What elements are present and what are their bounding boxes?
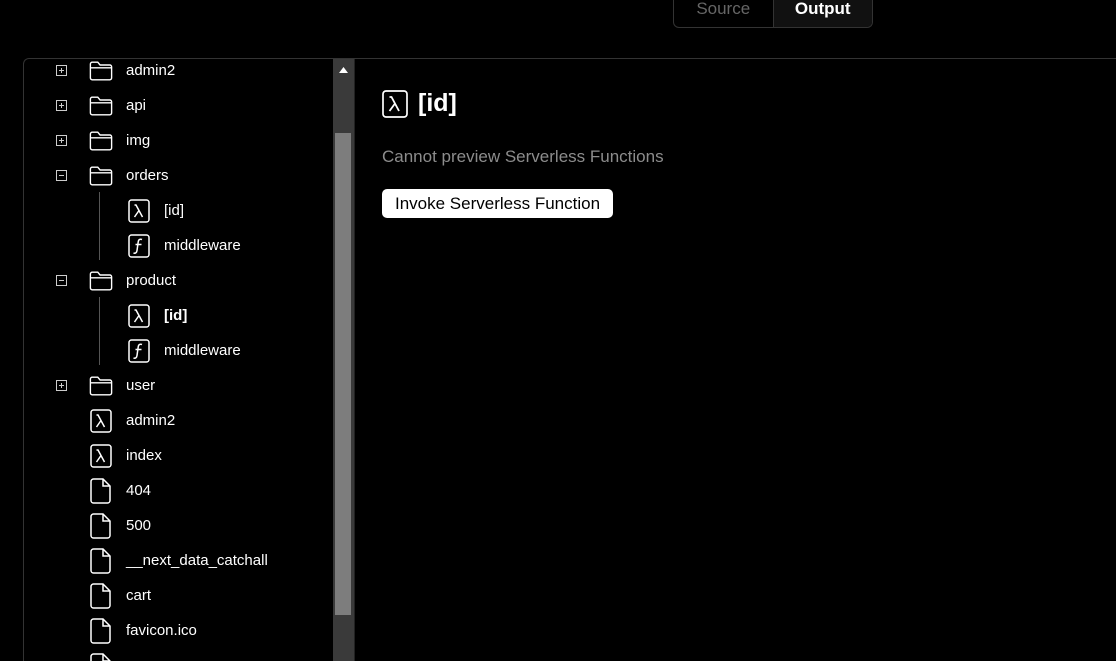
tree-item-label: __next_data_catchall bbox=[126, 552, 268, 569]
expand-icon[interactable] bbox=[56, 65, 67, 76]
page-title-text: [id] bbox=[418, 89, 457, 117]
tree-item-label: api bbox=[126, 97, 147, 114]
tree-item-label: img bbox=[126, 132, 151, 149]
file-icon bbox=[89, 512, 113, 540]
file-tree: admin2 api img orders [id] middleware pr… bbox=[24, 59, 334, 661]
tree-item-file[interactable]: __next_data_catchall bbox=[89, 543, 268, 578]
tree-item-folder[interactable]: img bbox=[89, 123, 150, 158]
folder-icon bbox=[89, 162, 113, 190]
file-icon bbox=[89, 477, 113, 505]
tree-guide-product bbox=[99, 297, 100, 365]
tree-item-label: admin2 bbox=[126, 412, 176, 429]
tree-item-middleware[interactable]: middleware bbox=[127, 333, 241, 368]
tree-item-file[interactable]: cart bbox=[89, 578, 151, 613]
expand-icon[interactable] bbox=[56, 100, 67, 111]
folder-icon bbox=[89, 267, 113, 295]
tree-item-label: [id] bbox=[164, 202, 185, 219]
tab-output[interactable]: Output bbox=[772, 0, 872, 27]
function-icon bbox=[127, 232, 151, 260]
tree-item-label: product bbox=[126, 272, 177, 289]
tree-scrollbar[interactable] bbox=[333, 59, 354, 661]
tree-item-label: user bbox=[126, 377, 156, 394]
view-tabs: Source Output bbox=[673, 0, 873, 28]
tree-item-function-selected[interactable]: [id] bbox=[127, 298, 187, 333]
file-icon bbox=[89, 652, 113, 661]
lambda-icon bbox=[127, 302, 151, 330]
invoke-function-button[interactable]: Invoke Serverless Function bbox=[382, 189, 614, 218]
expand-icon[interactable] bbox=[56, 380, 67, 391]
tree-item-folder[interactable]: orders bbox=[89, 158, 169, 193]
function-preview-panel: [id] Cannot preview Serverless Functions… bbox=[354, 59, 1116, 661]
tree-item-file[interactable]: favicon.ico bbox=[89, 613, 197, 648]
file-icon bbox=[89, 617, 113, 645]
tree-item-label: middleware bbox=[164, 237, 241, 254]
tree-item-folder[interactable]: product bbox=[89, 263, 176, 298]
tree-item-label: [id] bbox=[164, 307, 188, 324]
lambda-icon bbox=[89, 407, 113, 435]
tree-guide-orders bbox=[99, 192, 100, 260]
tree-item-folder[interactable]: admin2 bbox=[89, 59, 175, 88]
app-root: Source Output admin2 api img orders [id]… bbox=[0, 0, 1116, 661]
tree-item-function[interactable]: [id] bbox=[127, 193, 184, 228]
scroll-up-arrow-icon[interactable] bbox=[333, 59, 354, 81]
tree-item-function[interactable]: index bbox=[89, 438, 162, 473]
tree-item-label: index bbox=[126, 447, 162, 464]
tab-source[interactable]: Source bbox=[674, 0, 773, 27]
deployment-frame: admin2 api img orders [id] middleware pr… bbox=[23, 58, 1116, 661]
lambda-icon bbox=[89, 442, 113, 470]
preview-unavailable-message: Cannot preview Serverless Functions bbox=[382, 147, 664, 166]
tree-item-file-partial[interactable] bbox=[89, 648, 126, 661]
folder-icon bbox=[89, 92, 113, 120]
tree-item-label: admin2 bbox=[126, 62, 176, 79]
collapse-icon[interactable] bbox=[56, 170, 67, 181]
tree-item-file[interactable]: 404 bbox=[89, 473, 151, 508]
lambda-icon bbox=[382, 89, 408, 118]
tree-item-folder[interactable]: user bbox=[89, 368, 155, 403]
collapse-icon[interactable] bbox=[56, 275, 67, 286]
tree-item-function[interactable]: admin2 bbox=[89, 403, 175, 438]
tree-item-folder[interactable]: api bbox=[89, 88, 146, 123]
tree-item-label: favicon.ico bbox=[126, 622, 197, 639]
file-icon bbox=[89, 547, 113, 575]
tree-item-label: orders bbox=[126, 167, 169, 184]
function-icon bbox=[127, 337, 151, 365]
tree-item-label: 404 bbox=[126, 482, 152, 499]
scrollbar-thumb[interactable] bbox=[335, 133, 351, 615]
tree-item-label: middleware bbox=[164, 342, 241, 359]
tree-item-label: 500 bbox=[126, 517, 152, 534]
page-title: [id] bbox=[382, 89, 457, 118]
tree-item-label: cart bbox=[126, 587, 152, 604]
tree-item-file[interactable]: 500 bbox=[89, 508, 151, 543]
expand-icon[interactable] bbox=[56, 135, 67, 146]
folder-icon bbox=[89, 127, 113, 155]
folder-icon bbox=[89, 372, 113, 400]
folder-icon bbox=[89, 59, 113, 85]
file-icon bbox=[89, 582, 113, 610]
tree-item-middleware[interactable]: middleware bbox=[127, 228, 241, 263]
lambda-icon bbox=[127, 197, 151, 225]
